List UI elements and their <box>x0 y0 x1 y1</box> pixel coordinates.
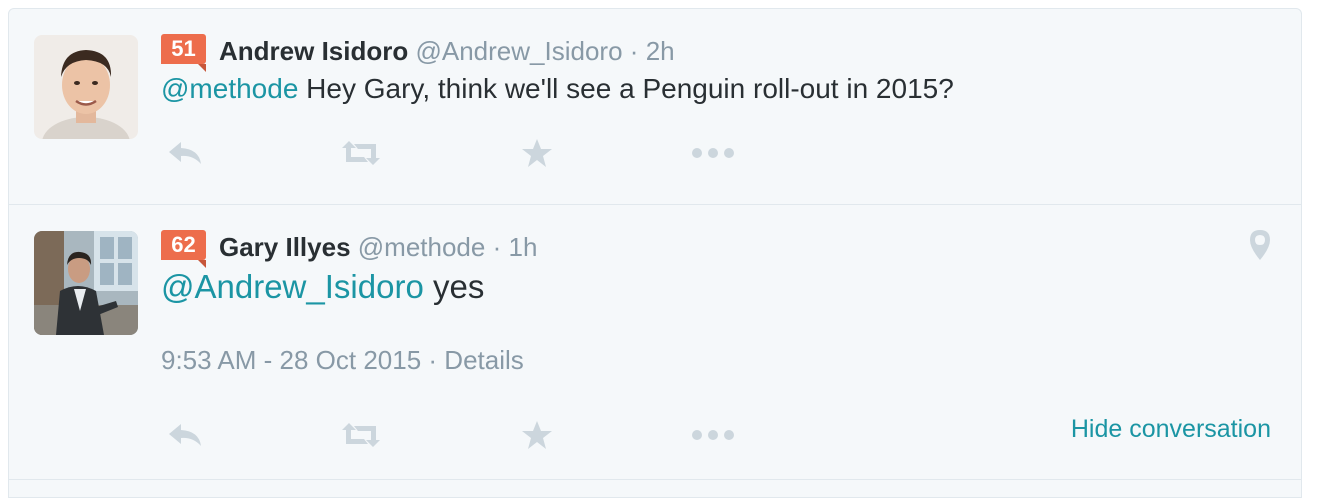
tweet-meta: 9:53 AM - 28 Oct 2015 · Details <box>161 345 524 376</box>
tweet-actions <box>161 415 761 455</box>
details-link[interactable]: Details <box>444 345 523 375</box>
mention-link[interactable]: @Andrew_Isidoro <box>161 268 424 305</box>
tweet-body: yes <box>423 268 485 305</box>
rank-badge: 51 <box>161 34 206 72</box>
mention-link[interactable]: @methode <box>161 73 298 104</box>
tweet-time[interactable]: 1h <box>509 232 538 262</box>
tweet[interactable]: 62 Gary Illyes @methode · 1h @Andrew_Isi… <box>9 204 1301 480</box>
tweet-timestamp[interactable]: 9:53 AM - 28 Oct 2015 <box>161 345 421 375</box>
favorite-button[interactable] <box>513 133 561 173</box>
tweet-body: Hey Gary, think we'll see a Penguin roll… <box>298 73 954 104</box>
more-icon <box>692 148 734 158</box>
retweet-icon <box>342 141 380 165</box>
hide-conversation-link[interactable]: Hide conversation <box>1071 415 1271 444</box>
author-name[interactable]: Gary Illyes <box>219 232 351 262</box>
reply-button[interactable] <box>161 415 209 455</box>
favorite-button[interactable] <box>513 415 561 455</box>
retweet-icon <box>342 423 380 447</box>
reply-button[interactable] <box>161 133 209 173</box>
author-handle[interactable]: @Andrew_Isidoro <box>415 36 622 66</box>
tweet-header: Andrew Isidoro @Andrew_Isidoro · 2h <box>219 35 675 67</box>
tweet[interactable]: 51 Andrew Isidoro @Andrew_Isidoro · 2h @… <box>9 9 1301 204</box>
avatar[interactable] <box>34 231 138 335</box>
more-button[interactable] <box>689 415 737 455</box>
more-button[interactable] <box>689 133 737 173</box>
favorite-icon <box>522 421 552 449</box>
separator: · <box>492 232 502 262</box>
tweet-actions <box>161 133 761 173</box>
separator: · <box>428 345 438 375</box>
location-pin-icon <box>1250 230 1270 260</box>
author-name[interactable]: Andrew Isidoro <box>219 36 408 66</box>
retweet-button[interactable] <box>337 133 385 173</box>
separator: · <box>629 36 639 66</box>
reply-icon <box>169 142 201 164</box>
tweet-time[interactable]: 2h <box>646 36 675 66</box>
location-button[interactable] <box>1249 229 1271 266</box>
author-handle[interactable]: @methode <box>358 232 486 262</box>
tweet-text: @methode Hey Gary, think we'll see a Pen… <box>161 71 954 107</box>
tweet-text: @Andrew_Isidoro yes <box>161 266 484 308</box>
more-icon <box>692 430 734 440</box>
tweet-header: Gary Illyes @methode · 1h <box>219 231 537 263</box>
favorite-icon <box>522 139 552 167</box>
rank-badge: 62 <box>161 230 206 268</box>
conversation-card: 51 Andrew Isidoro @Andrew_Isidoro · 2h @… <box>8 8 1302 498</box>
reply-icon <box>169 424 201 446</box>
avatar[interactable] <box>34 35 138 139</box>
divider <box>9 479 1301 480</box>
retweet-button[interactable] <box>337 415 385 455</box>
